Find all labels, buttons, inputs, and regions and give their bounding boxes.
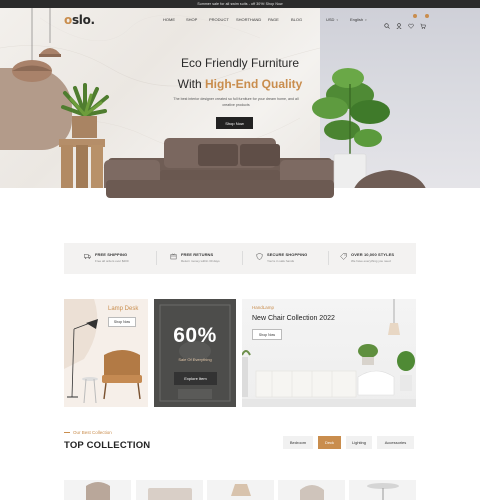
shield-icon: [256, 252, 263, 260]
subtitle-dash: [64, 432, 70, 433]
hero-description: The best interior designer created so fu…: [173, 97, 299, 107]
product-cards: [64, 480, 416, 500]
announcement-text[interactable]: Summer sale for all swim suits - off 30%…: [197, 2, 282, 6]
product-card[interactable]: [136, 480, 203, 500]
tab-accessories[interactable]: Accessories: [377, 436, 414, 449]
product-image: [300, 485, 324, 500]
lamp-desk-illustration: [64, 299, 142, 404]
hero-shop-now-button[interactable]: Shop Now: [216, 117, 253, 129]
product-card[interactable]: [278, 480, 345, 500]
chair-collection-title: New Chair Collection 2022: [252, 315, 335, 322]
search-icon[interactable]: [384, 16, 390, 29]
product-card[interactable]: [207, 480, 274, 500]
feature-subtitle: We have everything you need: [351, 258, 391, 263]
language-select[interactable]: English ▾: [350, 17, 367, 22]
nav-home[interactable]: HOME: [163, 17, 186, 22]
feature-subtitle: Return money within 30 days: [181, 258, 220, 263]
sale-banner[interactable]: 60% Sale Of Everything Explore Item: [154, 299, 236, 407]
cart-badge: [425, 14, 429, 18]
product-card[interactable]: [64, 480, 131, 500]
heart-icon[interactable]: [408, 14, 417, 29]
nav-page[interactable]: PAGE: [268, 17, 291, 22]
collection-subtitle: Our Best Collection: [64, 430, 112, 435]
hero-title-line2: With High-End Quality: [177, 77, 303, 91]
features-strip: FREE SHIPPING Free all orders over $200 F…: [64, 243, 416, 274]
cart-icon[interactable]: [420, 14, 429, 29]
sofa-base-illustration: [106, 180, 334, 198]
lamp-desk-banner[interactable]: Lamp Desk Shop Now: [64, 299, 148, 407]
product-image: [231, 484, 251, 496]
nav-product[interactable]: PRODUCT: [209, 17, 236, 22]
feature-title: SECURE SHOPPING: [267, 252, 308, 257]
brand-logo[interactable]: oslo.: [64, 13, 95, 27]
chair-collection-tag: HandLamp: [252, 305, 275, 310]
hero-title-line1: Eco Friendly Furniture: [180, 56, 300, 70]
chevron-down-icon: ▾: [365, 17, 367, 22]
return-icon: [170, 253, 177, 259]
user-icon[interactable]: [396, 16, 402, 30]
feature-subtitle: Free all orders over $200: [95, 258, 129, 263]
truck-icon: [84, 253, 91, 259]
tab-bedroom[interactable]: Bedroom: [283, 436, 313, 449]
header-icons: [384, 14, 429, 30]
tag-icon: [340, 252, 347, 260]
nav-blog[interactable]: BLOG: [291, 17, 311, 22]
lamp-desk-title: Lamp Desk: [108, 306, 139, 312]
nav-shorthand[interactable]: SHORTHAND: [236, 17, 268, 22]
header-selectors: USD ▾ English ▾: [326, 17, 367, 22]
product-image: [148, 488, 192, 500]
sale-banner-frame: [159, 304, 231, 402]
collection-tabs: Bedroom Deck Lighting Accessories: [283, 436, 414, 449]
main-nav: HOME SHOP PRODUCT SHORTHAND PAGE BLOG: [163, 17, 311, 22]
feature-free-shipping: FREE SHIPPING Free all orders over $200: [84, 252, 129, 263]
feature-divider: [328, 251, 329, 265]
feature-free-returns: FREE RETURNS Return money within 30 days: [170, 252, 220, 263]
collection-title: TOP COLLECTION: [64, 440, 151, 451]
feature-subtitle: You're in safe hands: [267, 258, 294, 263]
announcement-bar: Summer sale for all swim suits - off 30%…: [0, 0, 480, 8]
feature-title: FREE SHIPPING: [95, 252, 128, 257]
feature-secure-shopping: SECURE SHOPPING You're in safe hands: [256, 252, 307, 263]
nav-shop[interactable]: SHOP: [186, 17, 209, 22]
product-image: [86, 482, 110, 500]
currency-select[interactable]: USD ▾: [326, 17, 350, 22]
product-card[interactable]: [349, 480, 416, 500]
feature-title: FREE RETURNS: [181, 252, 214, 257]
sale-percentage: 60%: [173, 324, 217, 347]
sale-caption: Sale Of Everything: [178, 357, 212, 362]
chair-collection-banner[interactable]: HandLamp New Chair Collection 2022 Shop …: [242, 299, 416, 407]
feature-divider: [156, 251, 157, 265]
feature-styles: OVER 10,000 STYLES We have everything you…: [340, 252, 394, 263]
explore-item-button[interactable]: Explore Item: [174, 372, 217, 385]
product-image: [367, 483, 399, 500]
tab-deck[interactable]: Deck: [318, 436, 341, 449]
site-header: oslo. HOME SHOP PRODUCT SHORTHAND PAGE B…: [0, 8, 480, 30]
wishlist-badge: [413, 14, 417, 18]
chevron-down-icon: ▾: [336, 17, 338, 22]
lamp-desk-shop-button[interactable]: Shop Now: [108, 317, 136, 327]
feature-title: OVER 10,000 STYLES: [351, 252, 395, 257]
feature-divider: [242, 251, 243, 265]
chair-collection-shop-button[interactable]: Shop Now: [252, 329, 282, 340]
tab-lighting[interactable]: Lighting: [346, 436, 372, 449]
